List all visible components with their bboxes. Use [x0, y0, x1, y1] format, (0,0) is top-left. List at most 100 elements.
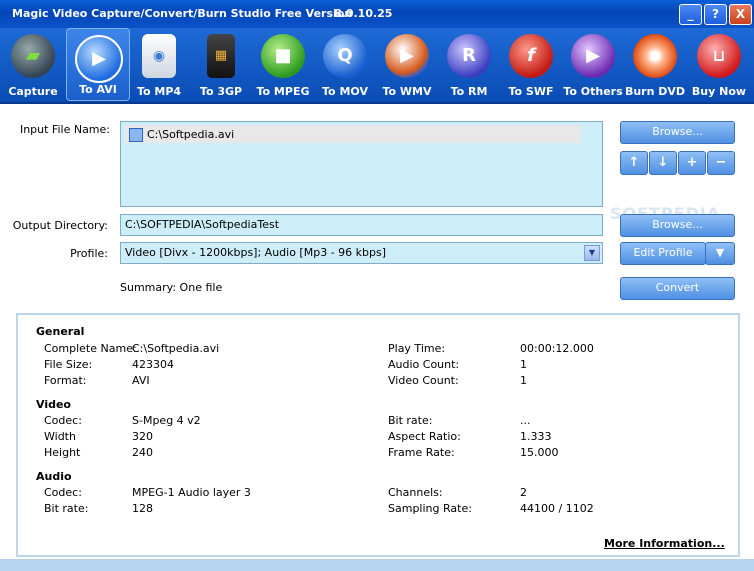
close-button[interactable]: X — [729, 4, 752, 25]
info-key: Channels: — [388, 486, 443, 499]
output-directory-value: C:\SOFTPEDIA\SoftpediaTest — [125, 218, 280, 231]
info-value: 423304 — [132, 358, 174, 371]
info-key: Width — [44, 430, 76, 443]
info-value: MPEG-1 Audio layer 3 — [132, 486, 251, 499]
output-directory-field[interactable]: C:\SOFTPEDIA\SoftpediaTest — [120, 214, 603, 236]
toolbar-label: To MP4 — [136, 85, 182, 98]
input-file-label: Input File Name: — [19, 123, 110, 136]
more-information-link[interactable]: More Information... — [604, 537, 725, 550]
toolbar-to-mpeg[interactable]: ■ To MPEG — [252, 28, 314, 102]
info-value: 1.333 — [520, 430, 552, 443]
output-directory-label: Output Directory: — [12, 219, 108, 232]
camcorder-icon: ▰ — [11, 34, 55, 78]
chevron-down-icon[interactable]: ▼ — [584, 245, 600, 261]
cart-icon: ⊔ — [697, 34, 741, 78]
toolbar-to-others[interactable]: ▶ To Others — [562, 28, 624, 102]
ipod-icon: ◉ — [142, 34, 176, 78]
video-file-icon — [129, 128, 143, 142]
toolbar-to-3gp[interactable]: ▦ To 3GP — [190, 28, 252, 102]
info-key: File Size: — [44, 358, 93, 371]
help-button[interactable]: ? — [704, 4, 727, 25]
toolbar-to-wmv[interactable]: ▶ To WMV — [376, 28, 438, 102]
toolbar: ▰ Capture ▶ To AVI ◉ To MP4 ▦ To 3GP ■ T… — [0, 28, 754, 104]
summary-text: Summary: One file — [120, 281, 223, 294]
info-key: Aspect Ratio: — [388, 430, 461, 443]
info-value: ... — [520, 414, 531, 427]
toolbar-label: To Others — [563, 85, 623, 98]
play-icon: ▶ — [75, 35, 123, 83]
title-bar: Magic Video Capture/Convert/Burn Studio … — [0, 0, 754, 28]
info-value: 00:00:12.000 — [520, 342, 594, 355]
quicktime-icon: Q — [323, 34, 367, 78]
profile-value: Video [Divx - 1200kbps]; Audio [Mp3 - 96… — [125, 246, 387, 259]
toolbar-burn-dvd[interactable]: Burn DVD — [624, 28, 686, 102]
toolbar-label: To WMV — [382, 85, 432, 98]
move-up-button[interactable]: ↑ — [620, 151, 648, 175]
toolbar-label: To MPEG — [256, 85, 310, 98]
add-file-button[interactable]: + — [678, 151, 706, 175]
browse-input-button[interactable]: Browse... — [620, 121, 735, 144]
window-version: 8.0.10.25 — [334, 7, 393, 20]
input-file-name: C:\Softpedia.avi — [147, 128, 235, 141]
toolbar-capture[interactable]: ▰ Capture — [2, 28, 64, 102]
toolbar-to-swf[interactable]: f To SWF — [500, 28, 562, 102]
minimize-button[interactable]: _ — [679, 4, 702, 25]
toolbar-label: To AVI — [79, 83, 117, 96]
toolbar-label: Burn DVD — [624, 85, 686, 98]
toolbar-to-rm[interactable]: R To RM — [438, 28, 500, 102]
toolbar-label: Capture — [8, 85, 58, 98]
info-key: Bit rate: — [388, 414, 433, 427]
toolbar-to-mov[interactable]: Q To MOV — [314, 28, 376, 102]
toolbar-to-mp4[interactable]: ◉ To MP4 — [128, 28, 190, 102]
remove-file-button[interactable]: − — [707, 151, 735, 175]
toolbar-label: Buy Now — [691, 85, 747, 98]
list-item[interactable]: C:\Softpedia.avi — [125, 125, 581, 143]
info-key: Codec: — [44, 486, 82, 499]
status-bar — [0, 559, 754, 571]
info-value: 1 — [520, 358, 527, 371]
toolbar-label: To RM — [450, 85, 488, 98]
profile-select[interactable]: Video [Divx - 1200kbps]; Audio [Mp3 - 96… — [120, 242, 603, 264]
edit-profile-button[interactable]: Edit Profile — [620, 242, 706, 265]
info-key: Complete Name: — [44, 342, 137, 355]
phone-icon: ▦ — [207, 34, 235, 78]
section-general: General — [36, 325, 85, 338]
toolbar-to-avi[interactable]: ▶ To AVI — [66, 28, 130, 101]
info-value: C:\Softpedia.avi — [132, 342, 220, 355]
input-file-list[interactable]: C:\Softpedia.avi — [120, 121, 603, 207]
info-value: AVI — [132, 374, 150, 387]
convert-button[interactable]: Convert — [620, 277, 735, 300]
info-key: Height — [44, 446, 81, 459]
toolbar-label: To SWF — [508, 85, 554, 98]
info-value: 44100 / 1102 — [520, 502, 594, 515]
info-key: Audio Count: — [388, 358, 460, 371]
play-icon: ▶ — [571, 34, 615, 78]
info-key: Play Time: — [388, 342, 446, 355]
toolbar-label: To MOV — [322, 85, 368, 98]
flash-icon: f — [509, 34, 553, 78]
section-audio: Audio — [36, 470, 72, 483]
info-value: 2 — [520, 486, 527, 499]
disc-icon — [633, 34, 677, 78]
info-value: 1 — [520, 374, 527, 387]
profile-label: Profile: — [70, 247, 108, 260]
toolbar-label: To 3GP — [199, 85, 243, 98]
move-down-button[interactable]: ↓ — [649, 151, 677, 175]
info-key: Video Count: — [388, 374, 459, 387]
info-value: 240 — [132, 446, 153, 459]
section-video: Video — [36, 398, 71, 411]
edit-profile-menu-button[interactable]: ▼ — [705, 242, 735, 265]
toolbar-buy-now[interactable]: ⊔ Buy Now — [688, 28, 750, 102]
window-title: Magic Video Capture/Convert/Burn Studio … — [12, 7, 353, 20]
media-info-panel: General Complete Name: C:\Softpedia.avi … — [16, 313, 740, 557]
info-value: S-Mpeg 4 v2 — [132, 414, 201, 427]
info-key: Bit rate: — [44, 502, 89, 515]
info-key: Frame Rate: — [388, 446, 455, 459]
main-panel: Input File Name: C:\Softpedia.avi SOFTPE… — [0, 104, 754, 571]
media-player-icon: ▶ — [385, 34, 429, 78]
info-value: 320 — [132, 430, 153, 443]
browse-output-button[interactable]: Browse... — [620, 214, 735, 237]
info-key: Format: — [44, 374, 87, 387]
chevron-down-icon: ▼ — [715, 246, 725, 259]
info-key: Sampling Rate: — [388, 502, 472, 515]
